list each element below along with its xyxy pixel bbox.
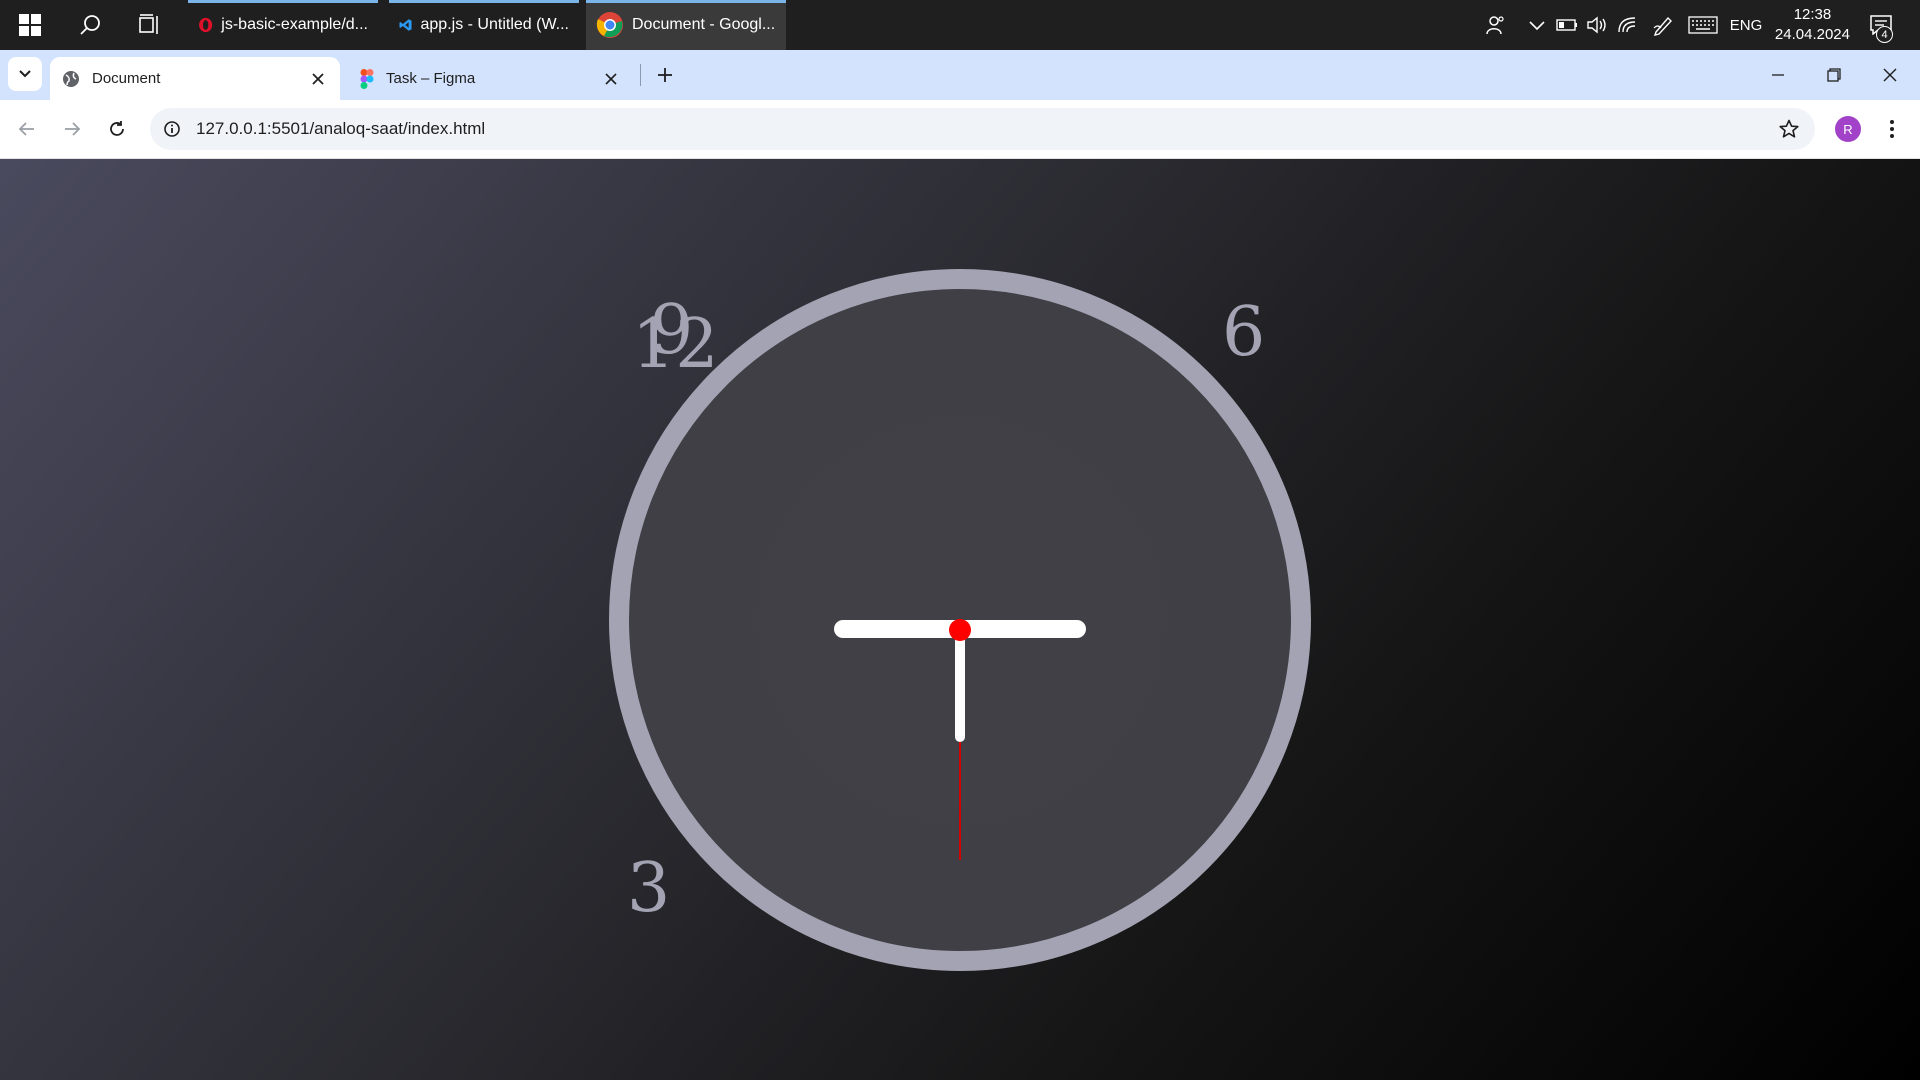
search-icon [80, 15, 100, 35]
battery-button[interactable] [1553, 0, 1581, 50]
pen-icon [1653, 16, 1672, 36]
search-button[interactable] [70, 0, 110, 50]
minimize-button[interactable] [1750, 50, 1806, 100]
address-bar[interactable]: 127.0.0.1:5501/analoq-saat/index.html [150, 108, 1815, 150]
touch-keyboard-button[interactable] [1686, 0, 1720, 50]
arrow-right-icon [65, 122, 81, 136]
profile-avatar[interactable]: R [1835, 116, 1861, 142]
tab-title: Task – Figma [386, 70, 476, 87]
clock-number-6: 6 [1222, 293, 1266, 372]
arrow-left-icon [18, 122, 34, 136]
figma-icon [360, 68, 374, 89]
clock-number-3: 3 [627, 849, 671, 928]
browser-toolbar: 127.0.0.1:5501/analoq-saat/index.html [0, 100, 1920, 159]
browser-tab-strip: Document Task – Figma [0, 50, 1920, 100]
bookmark-button[interactable] [1777, 117, 1801, 141]
tab-separator [640, 64, 641, 86]
close-icon [605, 72, 617, 85]
volume-button[interactable] [1583, 0, 1611, 50]
new-tab-button[interactable] [650, 60, 680, 90]
chrome-menu-button[interactable] [1880, 112, 1904, 146]
taskbar-app-label: js-basic-example/d... [221, 16, 368, 33]
reload-icon [110, 121, 124, 136]
clock-center-dot [949, 619, 971, 641]
tab-title: Document [92, 70, 161, 87]
restore-icon [1827, 68, 1841, 82]
network-button[interactable] [1613, 0, 1641, 50]
taskbar-time: 12:38 [1793, 6, 1832, 23]
taskbar-app-chrome[interactable]: Document - Googl... [586, 0, 786, 50]
site-info-button[interactable] [160, 117, 184, 141]
vscode-icon [399, 19, 412, 31]
back-button[interactable] [10, 112, 44, 146]
opera-icon [199, 17, 213, 33]
info-icon [164, 121, 180, 137]
star-icon [1779, 119, 1799, 138]
plus-icon [658, 68, 672, 82]
taskbar-app-label: app.js - Untitled (W... [420, 16, 570, 33]
taskbar-app-opera[interactable]: js-basic-example/d... [188, 0, 378, 50]
notification-count-badge: 4 [1876, 26, 1893, 43]
minute-hand [955, 627, 965, 742]
chrome-icon [596, 12, 623, 38]
pen-button[interactable] [1648, 0, 1678, 50]
restore-button[interactable] [1806, 50, 1862, 100]
close-tab-button[interactable] [601, 69, 621, 89]
tab-figma[interactable]: Task – Figma [348, 57, 633, 100]
people-button[interactable] [1480, 0, 1510, 50]
task-view-button[interactable] [130, 0, 170, 50]
close-window-button[interactable] [1862, 50, 1918, 100]
more-vertical-icon [1890, 120, 1894, 138]
url-text[interactable]: 127.0.0.1:5501/analoq-saat/index.html [196, 108, 485, 150]
taskbar-app-label: Document - Googl... [632, 16, 776, 33]
close-tab-button[interactable] [308, 69, 328, 89]
volume-icon [1587, 16, 1606, 34]
globe-icon [63, 70, 79, 87]
taskbar-clock[interactable]: 12:38 24.04.2024 [1775, 0, 1850, 50]
tray-overflow-button[interactable] [1522, 0, 1552, 50]
close-icon [1883, 68, 1897, 82]
task-view-icon [139, 14, 158, 34]
start-button[interactable] [10, 0, 50, 50]
minimize-icon [1772, 74, 1784, 76]
taskbar-app-vscode[interactable]: app.js - Untitled (W... [389, 0, 579, 50]
forward-button[interactable] [55, 112, 89, 146]
taskbar-date: 24.04.2024 [1774, 26, 1850, 43]
tab-document[interactable]: Document [50, 57, 340, 100]
close-icon [312, 72, 324, 85]
keyboard-icon [1688, 16, 1718, 34]
chevron-down-icon [19, 70, 31, 78]
battery-icon [1556, 19, 1577, 31]
people-icon [1486, 16, 1504, 35]
language-indicator[interactable]: ENG [1728, 0, 1764, 50]
tab-search-button[interactable] [8, 57, 42, 91]
page-viewport: 12 9 6 3 [0, 159, 1920, 1080]
reload-button[interactable] [100, 112, 134, 146]
wifi-icon [1618, 17, 1636, 33]
windows-taskbar: js-basic-example/d... app.js - Untitled … [0, 0, 1920, 50]
chevron-down-icon [1529, 21, 1545, 31]
windows-logo-icon [19, 14, 41, 36]
clock-number-9: 9 [650, 291, 694, 370]
